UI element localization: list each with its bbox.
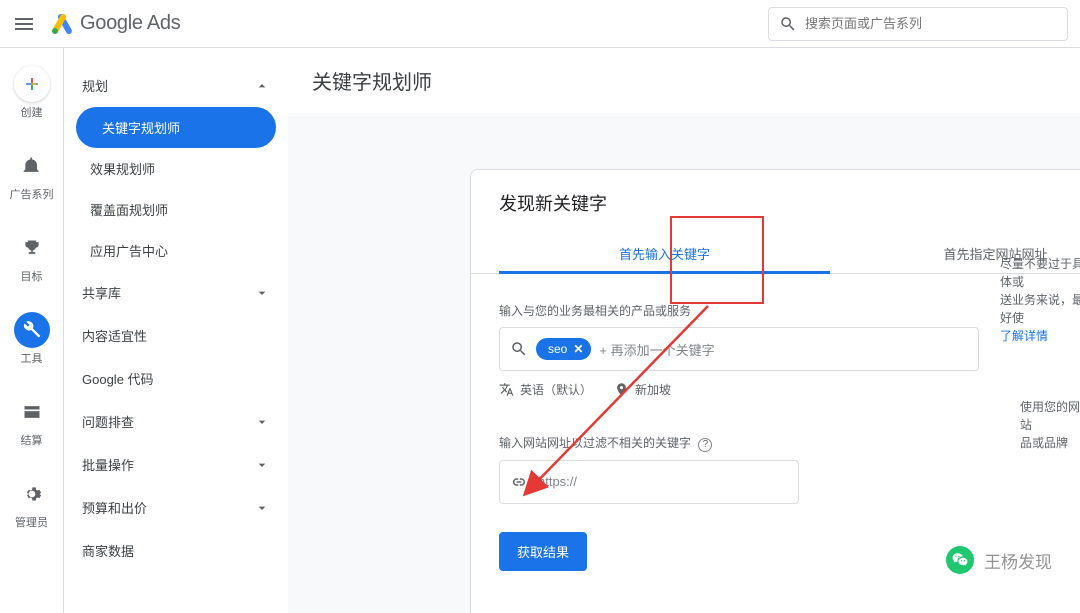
rail-goals[interactable]: 目标 <box>14 230 50 284</box>
rail-admin[interactable]: 管理员 <box>14 476 50 530</box>
megaphone-icon <box>22 156 42 176</box>
icon-rail: 创建 广告系列 目标 工具 结算 管理员 <box>0 48 64 613</box>
sidebar-content-label: 内容适宜性 <box>82 326 147 345</box>
get-results-button[interactable]: 获取结果 <box>499 532 587 571</box>
google-ads-logo-icon <box>50 12 74 36</box>
chevron-down-icon <box>254 414 270 430</box>
sidebar-reach-planner[interactable]: 覆盖面规划师 <box>64 189 276 230</box>
sidebar-planning[interactable]: 规划 <box>64 64 288 107</box>
card-title: 发现新关键字 <box>471 190 1080 234</box>
link-icon <box>510 473 528 491</box>
logo-text: Google Ads <box>80 12 180 35</box>
sidebar-troubleshoot[interactable]: 问题排查 <box>64 400 288 443</box>
sidebar-keyword-planner[interactable]: 关键字规划师 <box>76 107 276 148</box>
sidebar-performance-planner[interactable]: 效果规划师 <box>64 148 276 189</box>
location-icon <box>614 382 629 397</box>
tab-enter-keywords[interactable]: 首先输入关键字 <box>499 234 830 273</box>
sidebar-content-suitability[interactable]: 内容适宜性 <box>64 314 288 357</box>
search-input[interactable] <box>805 16 1057 31</box>
sidebar-merchant[interactable]: 商家数据 <box>64 529 288 572</box>
keyword-add-placeholder: + 再添加一个关键字 <box>599 340 714 359</box>
chevron-up-icon <box>254 78 270 94</box>
rail-campaigns[interactable]: 广告系列 <box>10 148 54 202</box>
search-icon <box>510 340 528 358</box>
watermark: 王杨发现 <box>938 542 1060 578</box>
chip-remove-icon[interactable]: ✕ <box>573 342 583 356</box>
card-icon <box>22 402 42 422</box>
url-input[interactable]: https:// <box>499 460 799 504</box>
rail-create[interactable]: 创建 <box>14 66 50 120</box>
language-selector[interactable]: 英语（默认） <box>499 381 592 398</box>
keyword-chip[interactable]: seo ✕ <box>536 338 591 360</box>
sidebar-shared[interactable]: 共享库 <box>64 271 288 314</box>
rail-label-goals: 目标 <box>21 268 43 284</box>
search-icon <box>779 15 797 33</box>
sidebar-troubleshoot-label: 问题排查 <box>82 412 134 431</box>
sidebar-budget[interactable]: 预算和出价 <box>64 486 288 529</box>
gear-icon <box>22 484 42 504</box>
watermark-text: 王杨发现 <box>984 548 1052 573</box>
plus-icon <box>22 74 42 94</box>
help-icon[interactable]: ? <box>698 438 712 452</box>
language-label: 英语（默认） <box>520 381 592 398</box>
rail-billing[interactable]: 结算 <box>14 394 50 448</box>
rail-label-admin: 管理员 <box>15 514 48 530</box>
menu-icon[interactable] <box>12 12 36 36</box>
rail-label-create: 创建 <box>21 104 43 120</box>
chevron-down-icon <box>254 500 270 516</box>
wechat-icon <box>946 546 974 574</box>
wrench-icon <box>22 320 42 340</box>
hint-text-1: 尽量不要过于具体或 送业务来说，最好使 了解详情 <box>1000 255 1080 345</box>
location-selector[interactable]: 新加坡 <box>614 381 671 398</box>
logo[interactable]: Google Ads <box>50 12 180 36</box>
page-title: 关键字规划师 <box>288 48 1080 113</box>
rail-label-campaigns: 广告系列 <box>10 186 54 202</box>
rail-label-billing: 结算 <box>21 432 43 448</box>
field-label-products: 输入与您的业务最相关的产品或服务 <box>499 302 1080 319</box>
keyword-input-box[interactable]: seo ✕ + 再添加一个关键字 <box>499 327 979 371</box>
field-label-url: 输入网站网址以过滤不相关的关键字 ? <box>499 434 1080 452</box>
trophy-icon <box>22 238 42 258</box>
learn-more-link[interactable]: 了解详情 <box>1000 327 1080 345</box>
sidebar-budget-label: 预算和出价 <box>82 498 147 517</box>
chip-text: seo <box>548 342 567 356</box>
chevron-down-icon <box>254 285 270 301</box>
sidebar-planning-label: 规划 <box>82 76 108 95</box>
sidebar-shared-label: 共享库 <box>82 283 121 302</box>
sidebar-app-center[interactable]: 应用广告中心 <box>64 230 276 271</box>
sidebar-merchant-label: 商家数据 <box>82 541 134 560</box>
main-content: 关键字规划师 发现新关键字 首先输入关键字 首先指定网站网址 输入与您的业务最相… <box>288 48 1080 613</box>
sidebar-bulk[interactable]: 批量操作 <box>64 443 288 486</box>
sidebar-bulk-label: 批量操作 <box>82 455 134 474</box>
sidebar-google-tag[interactable]: Google 代码 <box>64 357 288 400</box>
rail-label-tools: 工具 <box>21 350 43 366</box>
rail-tools[interactable]: 工具 <box>14 312 50 366</box>
hint-text-2: 使用您的网站 品或品牌 <box>1020 398 1080 452</box>
sidebar-gtag-label: Google 代码 <box>82 369 154 388</box>
translate-icon <box>499 382 514 397</box>
url-placeholder: https:// <box>538 474 577 489</box>
chevron-down-icon <box>254 457 270 473</box>
search-box[interactable] <box>768 7 1068 41</box>
location-label: 新加坡 <box>635 381 671 398</box>
sidebar: 规划 关键字规划师 效果规划师 覆盖面规划师 应用广告中心 共享库 内容适宜性 … <box>64 48 288 613</box>
